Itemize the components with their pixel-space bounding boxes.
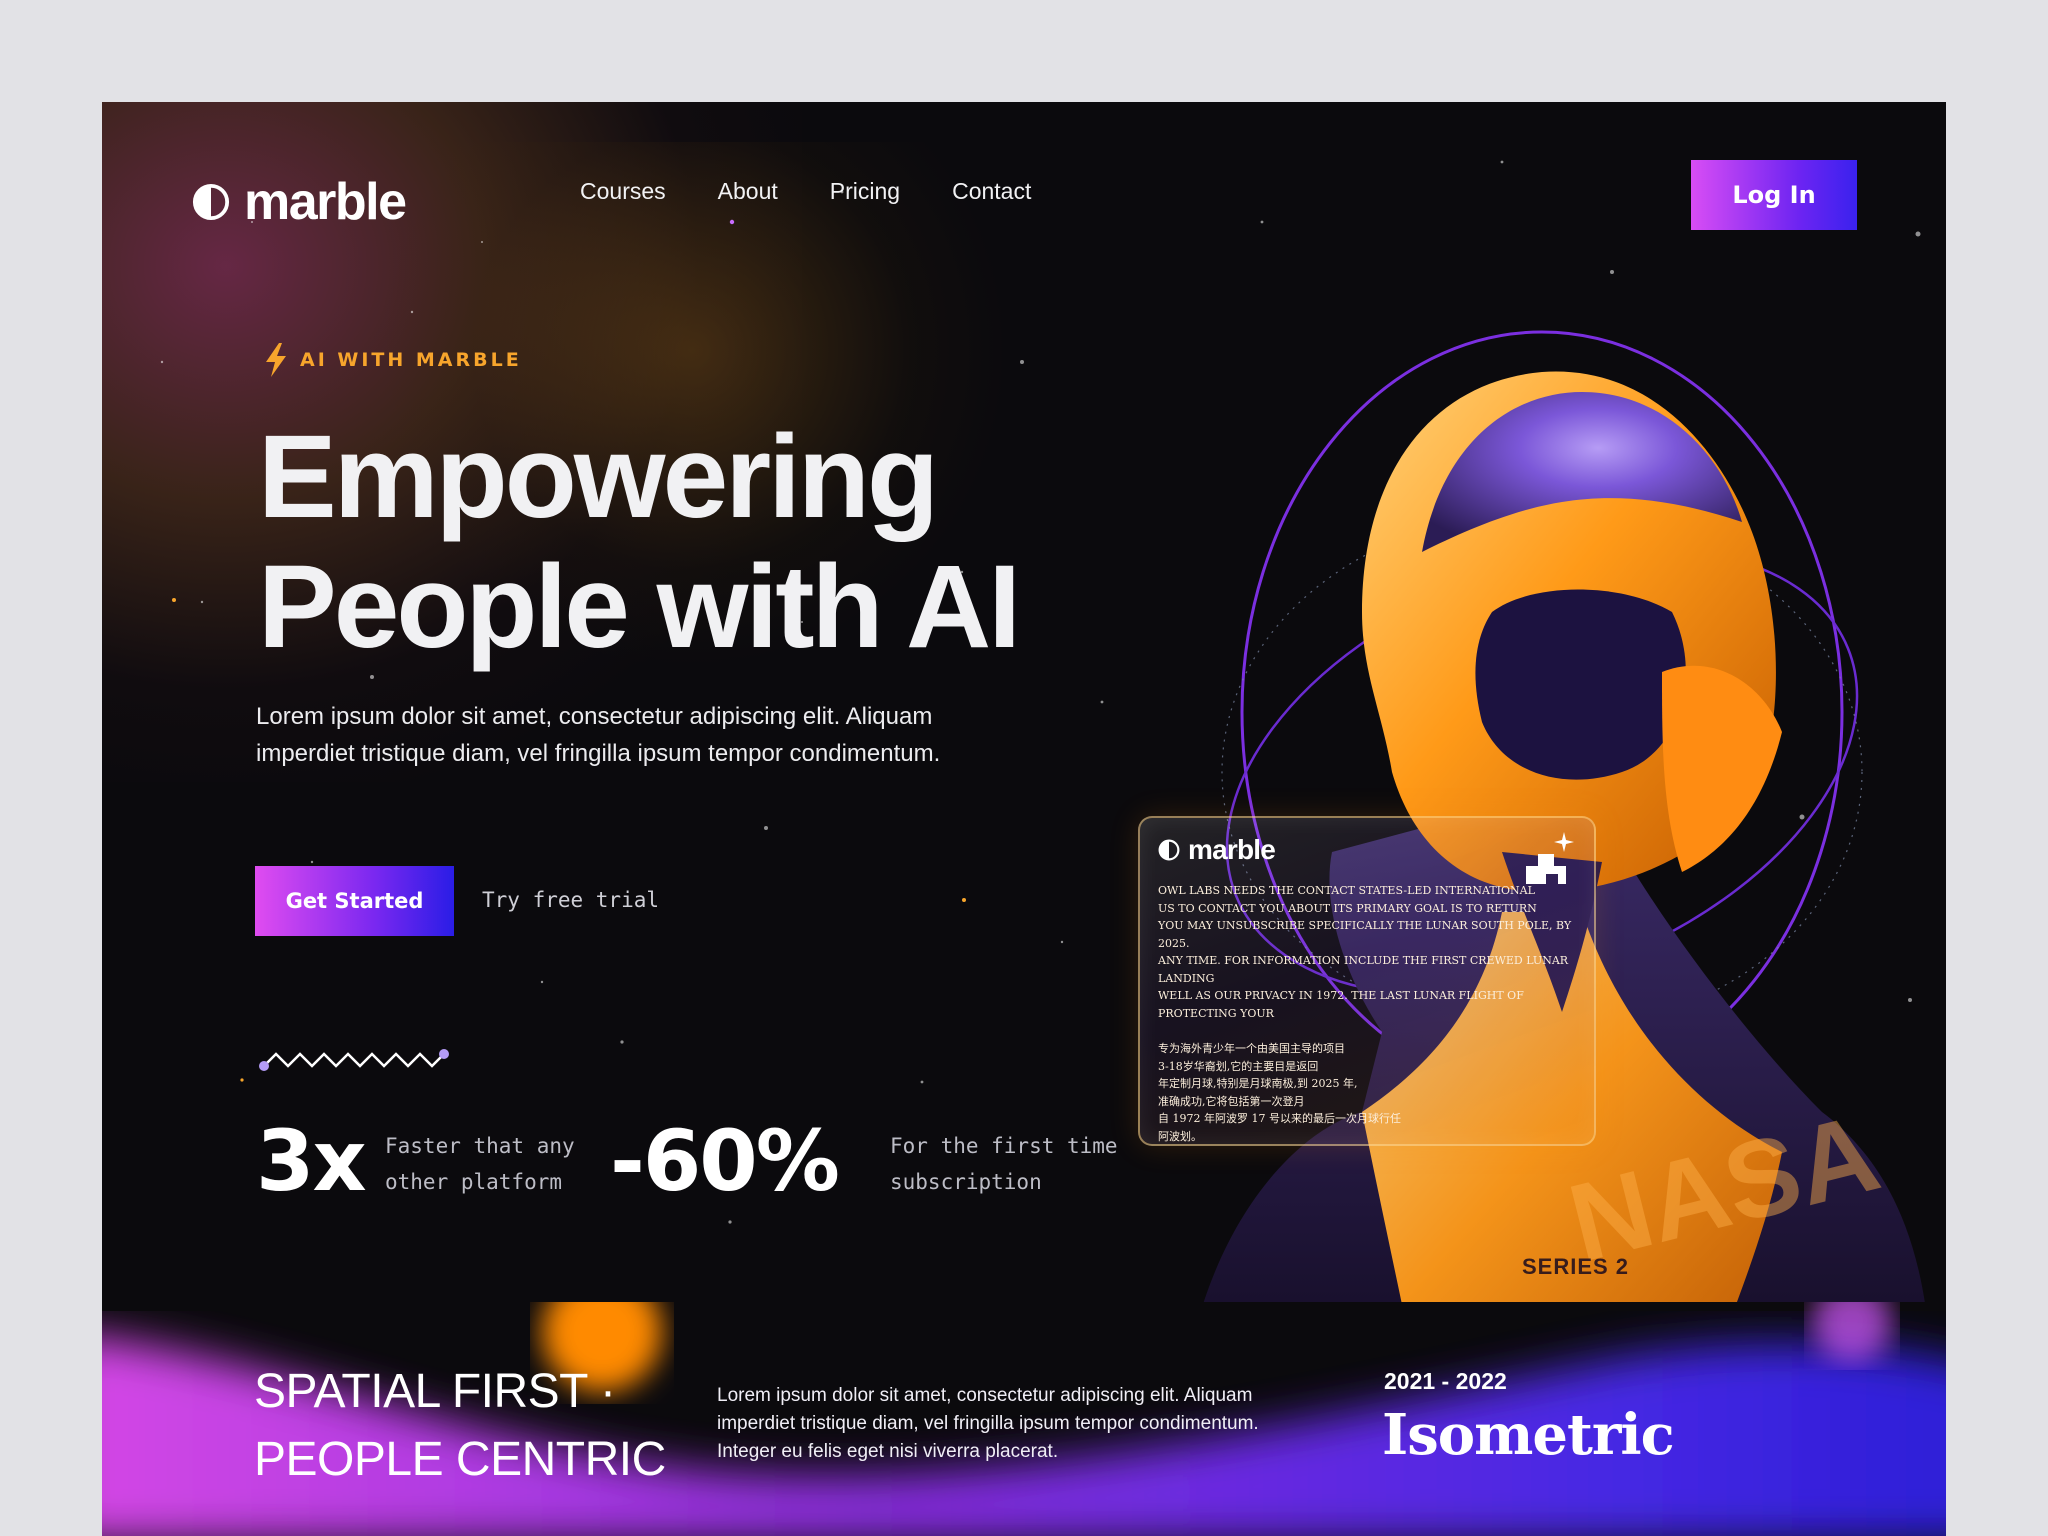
nav-link-pricing[interactable]: Pricing — [830, 178, 900, 205]
card-text-line: OWL LABS NEEDS THE CONTACT STATES-LED IN… — [1158, 884, 1535, 897]
band-style-word: Isometric — [1382, 1402, 1675, 1468]
card-text-line: 3-18岁华裔划,它的主要目是返回 — [1158, 1059, 1319, 1073]
card-text-line: US TO CONTACT YOU ABOUT ITS PRIMARY GOAL… — [1158, 901, 1537, 915]
card-text-line: 准确成功,它将包括第一次登月 — [1158, 1094, 1305, 1108]
card-text-line: YOU MAY UNSUBSCRIBE SPECIFICALLY THE LUN… — [1158, 919, 1572, 950]
series-label: SERIES 2 — [1522, 1254, 1630, 1279]
headline-line-2: People with AI — [258, 541, 1021, 673]
nav-link-about[interactable]: About — [718, 178, 778, 205]
eyebrow-text: AI WITH MARBLE — [300, 349, 522, 371]
band-years: 2021 - 2022 — [1384, 1368, 1507, 1394]
card-text-line: 专为海外青少年一个由美国主导的项目 — [1158, 1042, 1345, 1055]
headline-line-1: Empowering — [258, 411, 939, 543]
card-text-line: 年定制月球,特别是月球南极,到 2025 年, — [1158, 1077, 1358, 1090]
stat-caption-line: other platform — [385, 1170, 563, 1194]
half-circle-logo-icon — [192, 183, 230, 221]
main-nav: Courses About Pricing Contact — [580, 178, 1031, 205]
band-title-line-2: PEOPLE CENTRIC — [254, 1433, 666, 1486]
card-text-line: 阿波划。 — [1158, 1129, 1202, 1143]
card-text-chinese: 专为海外青少年一个由美国主导的项目 3-18岁华裔划,它的主要目是返回 年定制月… — [1158, 1040, 1428, 1145]
nav-link-courses[interactable]: Courses — [580, 178, 666, 205]
card-text-line: 自 1972 年阿波罗 17 号以来的最后一次月球行任 — [1158, 1112, 1401, 1125]
card-text-english: OWL LABS NEEDS THE CONTACT STATES-LED IN… — [1158, 882, 1576, 1022]
eyebrow: AI WITH MARBLE — [262, 342, 522, 378]
card-logo-text: marble — [1188, 834, 1276, 865]
nav-link-contact[interactable]: Contact — [952, 178, 1031, 205]
card-text-line: PROTECTING YOUR — [1158, 1006, 1274, 1020]
login-button[interactable]: Log In — [1691, 160, 1857, 230]
brand-logo[interactable]: marble — [192, 172, 407, 232]
band-title-line-1: SPATIAL FIRST · — [254, 1365, 616, 1418]
feature-band: SPATIAL FIRST · PEOPLE CENTRIC Lorem ips… — [102, 1302, 1946, 1536]
stat-caption-speed: Faster that any other platform — [385, 1128, 575, 1200]
half-circle-logo-icon — [1158, 839, 1180, 861]
hero-headline: Empowering People with AI — [258, 412, 1118, 672]
stat-value-speed: 3x — [256, 1112, 367, 1210]
lightning-icon — [266, 343, 286, 377]
sparkle-emblem-icon — [1526, 832, 1574, 884]
card-text-line: WELL AS OUR PRIVACY IN 1972. THE LAST LU… — [1158, 989, 1524, 1002]
info-card: marble OWL LABS NEEDS THE CONTACT STATES… — [1138, 816, 1596, 1146]
band-description: Lorem ipsum dolor sit amet, consectetur … — [717, 1385, 1259, 1462]
zigzag-decoration-icon — [259, 1049, 449, 1071]
hero-description: Lorem ipsum dolor sit amet, consectetur … — [256, 703, 941, 767]
card-text-line: ANY TIME. FOR INFORMATION INCLUDE THE FI… — [1158, 954, 1569, 985]
brand-name: marble — [244, 173, 407, 231]
band-title: SPATIAL FIRST · PEOPLE CENTRIC — [254, 1358, 666, 1494]
hero-frame: marble Courses About Pricing Contact Log… — [102, 102, 1946, 1536]
card-logo: marble — [1158, 834, 1576, 866]
stat-value-discount: -60% — [610, 1112, 840, 1210]
free-trial-link[interactable]: Try free trial — [482, 888, 659, 912]
get-started-button[interactable]: Get Started — [255, 866, 454, 936]
stat-caption-line: Faster that any — [385, 1134, 575, 1158]
